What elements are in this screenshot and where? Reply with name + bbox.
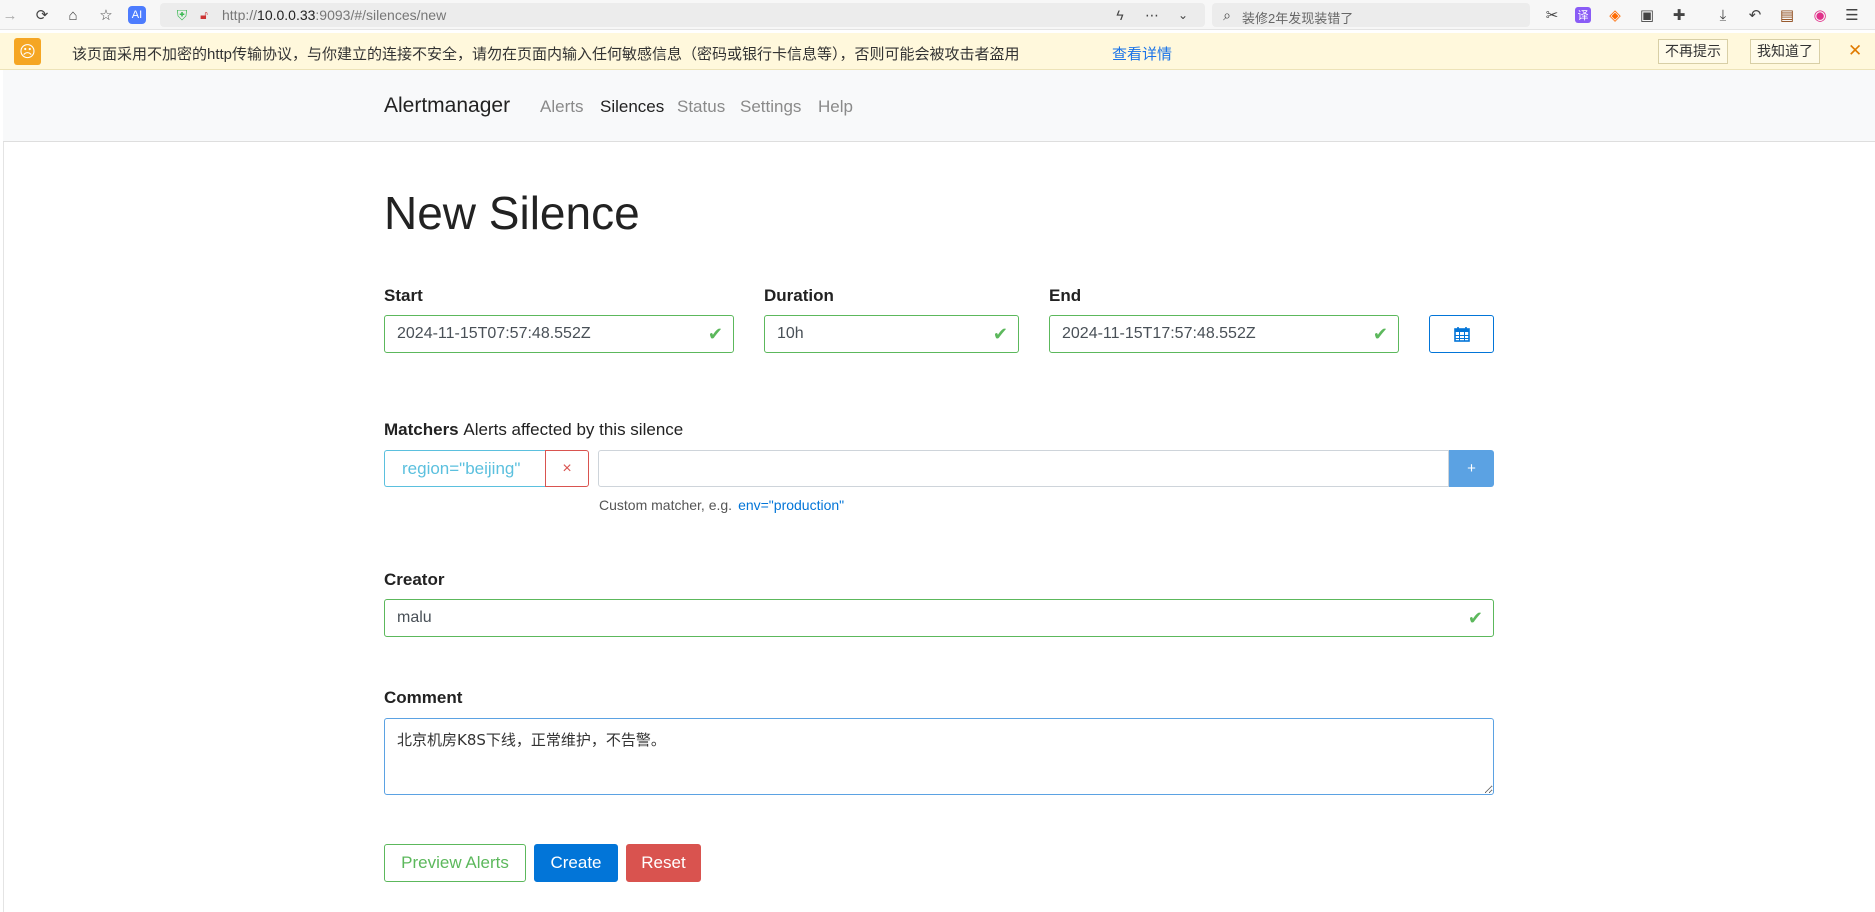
start-label: Start (384, 286, 423, 305)
insecure-warning-bar: ☹ 该页面采用不加密的http传输协议，与你建立的连接不安全，请勿在页面内输入任… (0, 33, 1875, 70)
extensions-icon[interactable]: ✚ (1669, 5, 1689, 25)
favorites-icon[interactable]: ☆ (96, 5, 116, 25)
duration-value: 10h (777, 325, 804, 342)
check-icon: ✔ (1372, 324, 1388, 344)
brand[interactable]: Alertmanager (384, 94, 510, 118)
warning-text: 该页面采用不加密的http传输协议，与你建立的连接不安全，请勿在页面内输入任何敏… (72, 46, 1020, 63)
preview-alerts-button[interactable]: Preview Alerts (384, 844, 526, 882)
page-title: New Silence (384, 187, 640, 239)
ai-icon[interactable]: AI (128, 6, 146, 24)
search-icon: ⌕ (1223, 6, 1231, 23)
undo-icon[interactable]: ↶ (1745, 5, 1765, 25)
end-value: 2024-11-15T17:57:48.552Z (1062, 325, 1256, 342)
lightning-icon[interactable]: ϟ (1110, 5, 1130, 25)
start-input[interactable]: 2024-11-15T07:57:48.552Z ✔ (384, 315, 734, 353)
browser-toolbar: → ⟳ ⌂ ☆ AI ⛨ 🔓︎ http://10.0.0.33:9093/#/… (0, 0, 1875, 30)
dont-remind-button[interactable]: 不再提示 (1658, 39, 1728, 64)
app-navbar: Alertmanager Alerts Silences Status Sett… (3, 70, 1875, 142)
matcher-chip[interactable]: region="beijing" (384, 450, 545, 487)
matchers-label: Matchers Alerts affected by this silence (384, 420, 684, 439)
details-link[interactable]: 查看详情 (1112, 43, 1172, 64)
menu-icon[interactable]: ☰ (1842, 5, 1862, 25)
calendar-icon (1454, 327, 1470, 342)
matcher-input[interactable] (598, 450, 1449, 487)
page-border (3, 142, 4, 912)
add-matcher-button[interactable]: + (1449, 450, 1494, 487)
browser-search[interactable]: ⌕ 装修2年发现装错了 (1212, 3, 1530, 27)
check-icon: ✔ (992, 324, 1008, 344)
creator-label: Creator (384, 570, 445, 589)
duration-input[interactable]: 10h ✔ (764, 315, 1019, 353)
remove-matcher-button[interactable]: × (545, 450, 589, 487)
got-it-button[interactable]: 我知道了 (1750, 39, 1820, 64)
reset-button[interactable]: Reset (626, 844, 701, 882)
end-input[interactable]: 2024-11-15T17:57:48.552Z ✔ (1049, 315, 1399, 353)
reader-icon[interactable]: ▣ (1637, 5, 1657, 25)
close-icon[interactable]: ✕ (1848, 41, 1862, 61)
reload-icon[interactable]: ⟳ (32, 5, 52, 25)
home-icon[interactable]: ⌂ (63, 5, 83, 25)
nav-settings[interactable]: Settings (740, 97, 801, 117)
address-url: http://10.0.0.33:9093/#/silences/new (222, 7, 447, 23)
translate-icon[interactable]: 译 (1575, 7, 1591, 23)
comment-label: Comment (384, 688, 463, 707)
nav-status[interactable]: Status (677, 97, 725, 117)
warning-icon: ☹ (14, 38, 41, 65)
check-icon: ✔ (1467, 608, 1483, 628)
scissors-icon[interactable]: ✂ (1542, 5, 1562, 25)
shield-icon: ⛨ (176, 6, 188, 23)
nav-alerts[interactable]: Alerts (540, 97, 583, 117)
search-placeholder: 装修2年发现装错了 (1242, 11, 1354, 26)
game-icon[interactable]: ◈ (1605, 5, 1625, 25)
address-bar[interactable]: ⛨ 🔓︎ http://10.0.0.33:9093/#/silences/ne… (160, 3, 1205, 27)
creator-input[interactable]: malu ✔ (384, 599, 1494, 637)
more-icon[interactable]: ⋯ (1142, 5, 1162, 25)
chevron-down-icon[interactable]: ⌄ (1173, 5, 1193, 25)
creator-value: malu (397, 609, 432, 626)
duration-label: Duration (764, 286, 834, 305)
insecure-lock-icon[interactable]: 🔓︎ (194, 5, 214, 25)
nav-help[interactable]: Help (818, 97, 853, 117)
forward-icon[interactable]: → (0, 5, 20, 25)
matcher-hint-example[interactable]: env="production" (738, 497, 844, 513)
profile-icon[interactable]: ◉ (1810, 5, 1830, 25)
check-icon: ✔ (707, 324, 723, 344)
create-button[interactable]: Create (534, 844, 618, 882)
nav-silences[interactable]: Silences (600, 97, 664, 117)
matchers-sublabel: Alerts affected by this silence (463, 420, 684, 439)
briefcase-icon[interactable]: ▤ (1777, 5, 1797, 25)
start-value: 2024-11-15T07:57:48.552Z (397, 325, 591, 342)
comment-textarea[interactable]: 北京机房K8S下线，正常维护，不告警。 (384, 718, 1494, 795)
matcher-hint: Custom matcher, e.g. env="production" (599, 497, 845, 513)
download-icon[interactable]: ⤓ (1713, 5, 1733, 25)
end-label: End (1049, 286, 1082, 305)
calendar-button[interactable] (1429, 315, 1494, 353)
